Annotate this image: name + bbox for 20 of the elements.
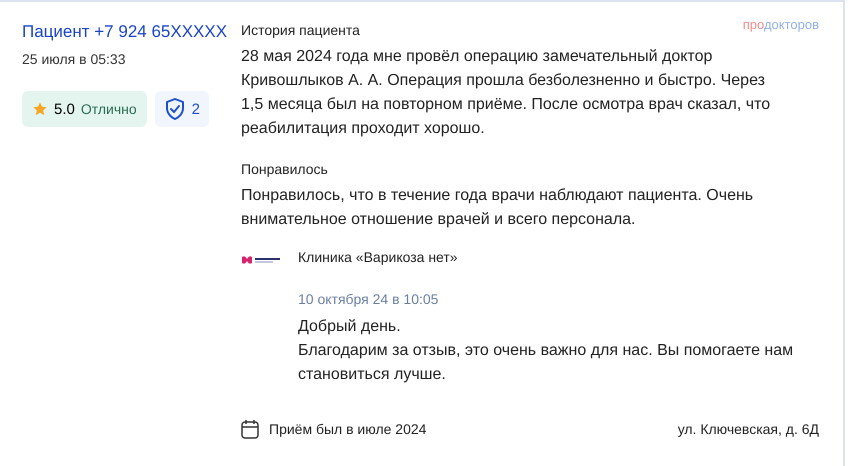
star-icon [32,101,48,117]
reply-text: Добрый день. [298,317,402,337]
rating-score: 5.0 [54,100,75,118]
review-date: 25 июля в 05:33 [22,51,126,67]
clinic-name: Клиника «Варикоза нет» [298,249,459,265]
section-text: 28 мая 2024 года мне провёл операцию замечательный доктор Кривошлыков А. А. Операция прошла безболезненно и быстро. Через 1,5 месяца был на повторном приёме. После осмотра врач сказал, что реабилитация проходит хорошо. [241,47,772,139]
clinic-logo-icon [241,255,281,265]
shield-check-icon [164,97,186,121]
author-name[interactable]: Пациент +7 924 65XXXXX [22,22,241,42]
rating-label: Отлично [80,101,137,117]
clinic-address: ул. Ключевская, д. 6Д [678,421,819,437]
verification-badge[interactable]: 2 [154,91,209,127]
verification-count: 2 [192,100,200,118]
reply-date: 10 октября 24 в 10:05 [298,291,440,307]
section-heading: История пациента [241,22,360,38]
section-heading: Понравилось [241,161,328,177]
reply-text: Благодарим за отзыв, это очень важно для нас. Вы помогаете нам становиться лучше. [298,341,794,385]
visit-date: Приём был в июле 2024 [269,421,426,437]
calendar-icon [241,419,259,439]
section-text: Понравилось, что в течение года врачи наблюдают пациента. Очень внимательное отношение врачей и всего персонала. [241,186,754,230]
